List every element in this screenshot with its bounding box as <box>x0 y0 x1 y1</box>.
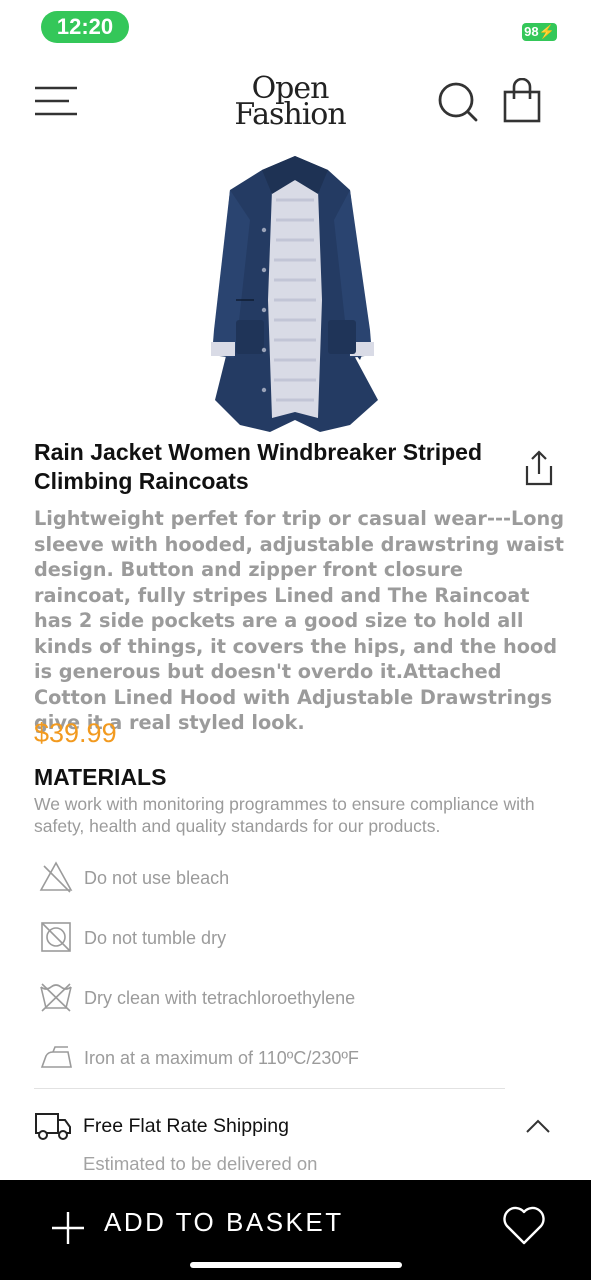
status-time: 12:20 <box>41 11 129 43</box>
care-item-dry-clean: Dry clean with tetrachloroethylene <box>34 978 554 1038</box>
plus-icon <box>48 1208 88 1248</box>
materials-description: We work with monitoring programmes to en… <box>34 794 535 836</box>
shipping-title: Free Flat Rate Shipping <box>83 1115 289 1137</box>
care-label: Do not use bleach <box>84 868 230 888</box>
home-indicator[interactable] <box>190 1262 402 1268</box>
materials-heading: MATERIALS <box>34 764 167 790</box>
battery-level: 98 <box>524 24 539 39</box>
bottom-action-bar: ADD TO BASKET <box>0 1180 591 1280</box>
care-label: Iron at a maximum of 110ºC/230ºF <box>84 1048 359 1068</box>
status-bar: 12:20 98⚡ <box>0 0 591 56</box>
app-header: Open Fashion <box>0 60 591 150</box>
product-image[interactable] <box>200 150 390 440</box>
shopping-bag-icon[interactable] <box>500 77 544 124</box>
shipping-accordion[interactable]: Free Flat Rate Shipping <box>34 1104 558 1148</box>
care-label: Dry clean with tetrachloroethylene <box>84 988 356 1008</box>
iron-icon <box>38 1040 74 1074</box>
logo-line-fashion: Fashion <box>234 97 346 132</box>
add-to-basket-label: ADD TO BASKET <box>104 1207 344 1237</box>
heart-icon[interactable] <box>501 1205 547 1247</box>
product-description: Lightweight perfet for trip or casual we… <box>34 507 565 734</box>
share-icon[interactable] <box>520 448 558 488</box>
no-tumble-dry-icon <box>38 920 74 954</box>
care-instructions-list: Do not use bleach Do not tumble dry Dry … <box>34 858 554 1098</box>
product-title: Rain Jacket Women Windbreaker Striped Cl… <box>34 439 482 494</box>
truck-icon <box>34 1110 72 1142</box>
care-item-no-tumble-dry: Do not tumble dry <box>34 918 554 978</box>
dry-clean-icon <box>38 980 74 1014</box>
care-item-no-bleach: Do not use bleach <box>34 858 554 918</box>
care-item-iron: Iron at a maximum of 110ºC/230ºF <box>34 1038 554 1098</box>
chevron-up-icon[interactable] <box>524 1116 552 1136</box>
menu-icon[interactable] <box>33 84 79 118</box>
add-to-basket-button[interactable]: ADD TO BASKET <box>48 1204 368 1250</box>
divider <box>34 1088 505 1089</box>
jacket-illustration <box>211 156 378 432</box>
search-icon[interactable] <box>436 80 480 124</box>
brand-logo[interactable]: Open Fashion <box>220 74 360 132</box>
no-bleach-icon <box>38 860 74 894</box>
care-label: Do not tumble dry <box>84 928 227 948</box>
shipping-subtitle: Estimated to be delivered on <box>83 1153 318 1174</box>
product-price: $39.99 <box>34 718 117 748</box>
battery-indicator: 98⚡ <box>522 23 557 41</box>
